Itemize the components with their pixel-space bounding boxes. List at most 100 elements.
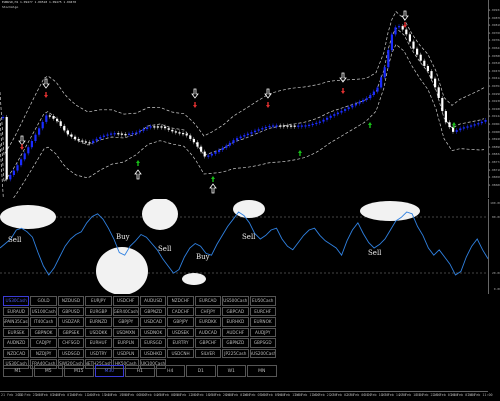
symbol-button[interactable]: GBPNZD [139,306,167,316]
symbol-button[interactable]: AUDNZD [3,338,30,348]
candle [74,136,77,139]
symbol-button[interactable]: EURGBP [85,306,112,316]
symbol-button[interactable]: EURSGD [139,338,167,348]
buy-signal-arrow [209,183,217,194]
symbol-button[interactable]: SPAIN35Cash [3,317,30,327]
symbol-button[interactable]: EURJPY [85,296,112,306]
candle [20,159,23,166]
candle [286,125,289,127]
symbol-button[interactable]: USDCHF [112,296,139,306]
candle [448,122,451,128]
symbol-button[interactable]: EURDKK [194,317,222,327]
symbol-button[interactable]: USDNOK [139,327,167,337]
candle [347,107,350,110]
symbol-button[interactable]: EU50Cash [249,296,276,306]
symbol-button[interactable]: EURCHF [249,306,276,316]
symbol-button[interactable]: GBPNZD [222,338,249,348]
candle [117,133,120,135]
symbol-button[interactable]: US100Cash [30,306,57,316]
candle [88,142,91,144]
symbol-button[interactable]: JP225Cash [222,348,249,358]
candle [326,117,329,120]
symbol-button[interactable]: US500Cash [222,296,249,306]
symbol-button[interactable]: EURPLN [112,338,139,348]
timeframe-button-m5[interactable]: M5 [33,365,63,377]
symbol-button[interactable]: EURHUF [85,338,112,348]
symbol-button[interactable]: EURNZD [85,317,112,327]
timeframe-button-d1[interactable]: D1 [186,365,216,377]
symbol-button[interactable]: GBPCAD [222,306,249,316]
symbol-button[interactable]: CHFSGD [57,338,85,348]
sell-mark [193,102,197,108]
signal-highlight [182,273,206,285]
symbol-button[interactable]: GBPJPY [167,317,194,327]
symbol-button[interactable]: EURNOK [249,317,276,327]
symbol-button[interactable]: USDPLN [112,348,139,358]
symbol-button[interactable]: US30Cash [3,296,30,306]
candle [66,130,69,135]
timeframe-button-mn[interactable]: MN [247,365,277,377]
symbol-button[interactable]: USDMXN [112,327,139,337]
symbol-button[interactable]: NZDJPY [30,348,57,358]
candle [380,77,383,88]
osc-signal-label: Sell [368,249,382,257]
timeframe-button-m15[interactable]: M15 [64,365,94,377]
symbol-button[interactable]: GBPUSD [57,306,85,316]
symbol-button[interactable]: NZDCAD [3,348,30,358]
candle [207,155,210,157]
candle [365,98,368,100]
symbol-button[interactable]: USDCAD [139,317,167,327]
symbol-button[interactable]: USDTRY [85,348,112,358]
candle [444,111,447,123]
candle [27,147,30,154]
symbol-button[interactable]: NZDCHF [167,296,194,306]
symbol-button[interactable]: GBPSGD [249,338,276,348]
timeframe-button-h1[interactable]: H1 [125,365,155,377]
symbol-button[interactable]: EURTRY [167,338,194,348]
candle [232,140,235,143]
candle [434,78,437,88]
osc-tick-label: 100.00 [490,201,500,205]
symbol-button[interactable]: USDSEK [167,327,194,337]
symbol-button[interactable]: USDDKK [85,327,112,337]
symbol-button[interactable]: NZDUSD [57,296,85,306]
symbol-button[interactable]: USDCNH [167,348,194,358]
symbol-button[interactable]: GER40Cash [112,306,139,316]
price-chart[interactable] [0,0,488,198]
symbol-button[interactable]: GBPSEK [57,327,85,337]
sell-signal-arrow [42,78,50,89]
symbol-button[interactable]: CADJPY [30,338,57,348]
osc-tick-label: 20.00 [491,271,500,275]
symbol-button[interactable]: AUDCHF [222,327,249,337]
price-tick-label: 1.09644 [488,46,500,50]
candle [236,138,239,141]
symbol-button[interactable]: GBPCHF [194,338,222,348]
timeframe-button-h4[interactable]: H4 [155,365,185,377]
symbol-button[interactable]: USDZAR [57,317,85,327]
symbol-button[interactable]: USDSGD [57,348,85,358]
symbol-button[interactable]: AUDJPY [249,327,276,337]
timeframe-button-m1[interactable]: M1 [3,365,33,377]
symbol-button[interactable]: AUDUSD [139,296,167,306]
symbol-button[interactable]: EURCAD [194,296,222,306]
symbol-button[interactable]: GBPNOK [30,327,57,337]
symbol-button[interactable]: AUS200Cash [249,348,276,358]
symbol-button[interactable]: USDHKD [139,348,167,358]
symbol-button[interactable]: AUDCAD [194,327,222,337]
symbol-button[interactable]: CHFJPY [194,306,222,316]
price-tick-label: 1.08832 [488,152,500,157]
timeframe-button-m30[interactable]: M30 [94,365,124,377]
price-tick-label: 1.09412 [488,76,500,81]
symbol-button[interactable]: EURSEK [3,327,30,337]
symbol-button[interactable]: CADCHF [167,306,194,316]
symbol-button[interactable]: GBPJPY [112,317,139,327]
symbol-button[interactable]: EURHKD [222,317,249,327]
candle [322,119,325,122]
symbol-button[interactable]: GOLD [30,296,57,306]
symbol-button[interactable]: EURAUD [3,306,30,316]
symbol-button[interactable]: SILVER [194,348,222,358]
symbol-button[interactable]: IT40Cash [30,317,57,327]
oscillator-panel[interactable]: Sell Buy Sell Buy Sell Sell [0,199,488,294]
time-tick-label: 28 Feb 11:00 [468,393,493,397]
timeframe-button-w1[interactable]: W1 [216,365,246,377]
